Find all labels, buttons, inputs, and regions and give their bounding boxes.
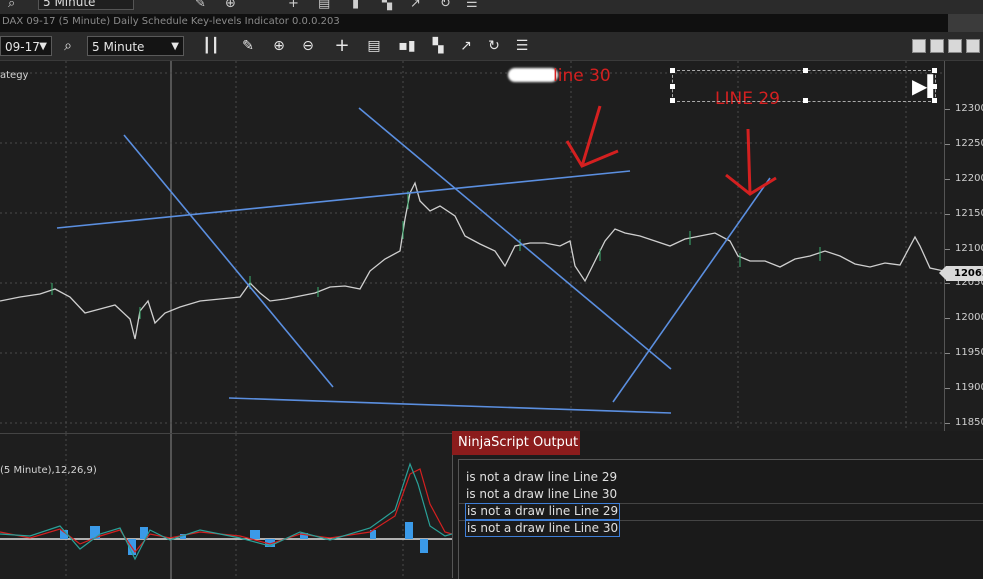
- price-tick: 12250: [955, 138, 983, 149]
- refresh-icon[interactable]: ↻: [440, 0, 451, 11]
- tick-mark: [945, 109, 950, 110]
- chevron-down-icon: ▼: [171, 41, 179, 52]
- pencil-icon[interactable]: ✎: [237, 36, 259, 56]
- restore-window-button[interactable]: [930, 39, 944, 53]
- tick-mark: [945, 353, 950, 354]
- timeframe-select[interactable]: 5 Minute ▼: [87, 36, 184, 56]
- drawn-line-29: [612, 177, 771, 403]
- price-tick: 12300: [955, 103, 983, 114]
- skip-forward-icon[interactable]: ▶▍: [912, 73, 943, 99]
- drawn-line-c: [228, 397, 672, 414]
- drawn-line-b: [358, 107, 672, 370]
- strategy-label: ategy: [0, 70, 29, 81]
- zoom-out-icon[interactable]: ⊖: [297, 36, 319, 56]
- search-icon[interactable]: ⌕: [57, 36, 79, 56]
- drawn-lines: [56, 107, 771, 414]
- tick-mark: [945, 214, 950, 215]
- macd-canvas: [0, 434, 452, 579]
- bar-style-icon[interactable]: ┃┃: [200, 36, 222, 56]
- timeframe-value: 5 Minute: [92, 40, 145, 54]
- data-box-icon[interactable]: ▤: [363, 36, 385, 56]
- price-chart-canvas: [0, 61, 944, 433]
- output-window-tab[interactable]: NinjaScript Output: [452, 431, 580, 455]
- crosshair-icon[interactable]: +: [331, 36, 353, 56]
- price-tick: 11850: [955, 417, 983, 428]
- titlebar-block: [948, 14, 983, 32]
- drawn-line-30: [56, 170, 631, 229]
- output-line[interactable]: is not a draw line Line 30: [465, 487, 618, 502]
- chart-toolbar: 09-17 ▼ ⌕ 5 Minute ▼ ┃┃ ✎ ⊕ ⊖ + ▤ ▪▮ ▚ ↗ ↻…: [0, 32, 983, 61]
- zoom-in-icon[interactable]: ⊕: [268, 36, 290, 56]
- tick-mark: [945, 423, 950, 424]
- price-chart-panel[interactable]: ategy: [0, 61, 944, 433]
- tile-window-button[interactable]: [912, 39, 926, 53]
- timeframe-select-top[interactable]: 5 Minute: [38, 0, 134, 10]
- price-tick: 12150: [955, 208, 983, 219]
- selected-drawing-box[interactable]: [670, 68, 937, 103]
- top-toolbar-strip: ⌕ 5 Minute ✎ ⊕ + ▤ ▮ ▚ ↗ ↻ ☰: [0, 0, 983, 15]
- output-text-area[interactable]: is not a draw line Line 29 is not a draw…: [458, 459, 983, 579]
- price-tick: 12000: [955, 312, 983, 323]
- annotation-line30: line 30: [553, 66, 611, 86]
- macd-line: [0, 462, 452, 561]
- strategies-icon[interactable]: ▮: [352, 0, 359, 11]
- tick-mark: [945, 144, 950, 145]
- redaction-mark: [508, 68, 558, 82]
- annotation-arrows: [565, 105, 777, 196]
- strategies-icon[interactable]: ▪▮: [396, 36, 418, 56]
- tick-mark: [945, 179, 950, 180]
- crosshair-icon[interactable]: +: [288, 0, 299, 11]
- resize-handle[interactable]: [670, 84, 675, 89]
- drawing-tools-icon[interactable]: ↗: [455, 36, 477, 56]
- drawn-line-a: [123, 134, 334, 388]
- chart-title-bar: DAX 09-17 (5 Minute) Daily Schedule Key-…: [0, 14, 983, 32]
- price-tick: 11950: [955, 347, 983, 358]
- output-line[interactable]: is not a draw line Line 29: [465, 470, 618, 485]
- indicator-label: (5 Minute),12,26,9): [0, 465, 97, 476]
- price-tick: 11900: [955, 382, 983, 393]
- chart-title: DAX 09-17 (5 Minute) Daily Schedule Key-…: [2, 16, 340, 27]
- instrument-value: 09-17: [5, 40, 40, 54]
- minimize-button[interactable]: [948, 39, 962, 53]
- arrow-line29-shaft: [746, 128, 752, 195]
- price-tick: 12200: [955, 173, 983, 184]
- price-series: [0, 181, 944, 340]
- list-icon[interactable]: ☰: [466, 0, 478, 11]
- arrow-line30-shaft: [580, 105, 602, 167]
- resize-handle[interactable]: [803, 98, 808, 103]
- drawing-tools-icon[interactable]: ↗: [410, 0, 421, 11]
- indicators-icon[interactable]: ▚: [382, 0, 392, 11]
- resize-handle[interactable]: [803, 68, 808, 73]
- search-icon[interactable]: ⌕: [8, 0, 15, 11]
- tick-mark: [945, 283, 950, 284]
- tick-mark: [945, 249, 950, 250]
- refresh-icon[interactable]: ↻: [483, 36, 505, 56]
- macd-indicator-panel[interactable]: (5 Minute),12,26,9): [0, 433, 452, 579]
- output-line[interactable]: is not a draw line Line 30: [465, 520, 621, 537]
- chevron-down-icon: ▼: [39, 41, 47, 52]
- output-line[interactable]: is not a draw line Line 29: [465, 503, 621, 520]
- candle-markers: [51, 191, 821, 319]
- resize-handle[interactable]: [670, 68, 675, 73]
- tick-mark: [945, 388, 950, 389]
- data-box-icon[interactable]: ▤: [318, 0, 330, 11]
- resize-handle[interactable]: [932, 98, 937, 103]
- instrument-select[interactable]: 09-17 ▼: [0, 36, 52, 56]
- maximize-button[interactable]: [966, 39, 980, 53]
- tick-mark: [945, 318, 950, 319]
- pencil-icon[interactable]: ✎: [195, 0, 206, 11]
- resize-handle[interactable]: [670, 98, 675, 103]
- indicators-icon[interactable]: ▚: [427, 36, 449, 56]
- timeframe-value: 5 Minute: [43, 0, 96, 9]
- zoom-in-icon[interactable]: ⊕: [225, 0, 236, 11]
- list-icon[interactable]: ☰: [511, 36, 533, 56]
- price-tick: 12100: [955, 243, 983, 254]
- resize-handle[interactable]: [932, 68, 937, 73]
- last-price-tag: 12063: [939, 266, 983, 281]
- arrow-line30-head: [565, 140, 619, 168]
- price-axis[interactable]: 12300 12250 12200 12150 12100 12050 1200…: [944, 61, 983, 433]
